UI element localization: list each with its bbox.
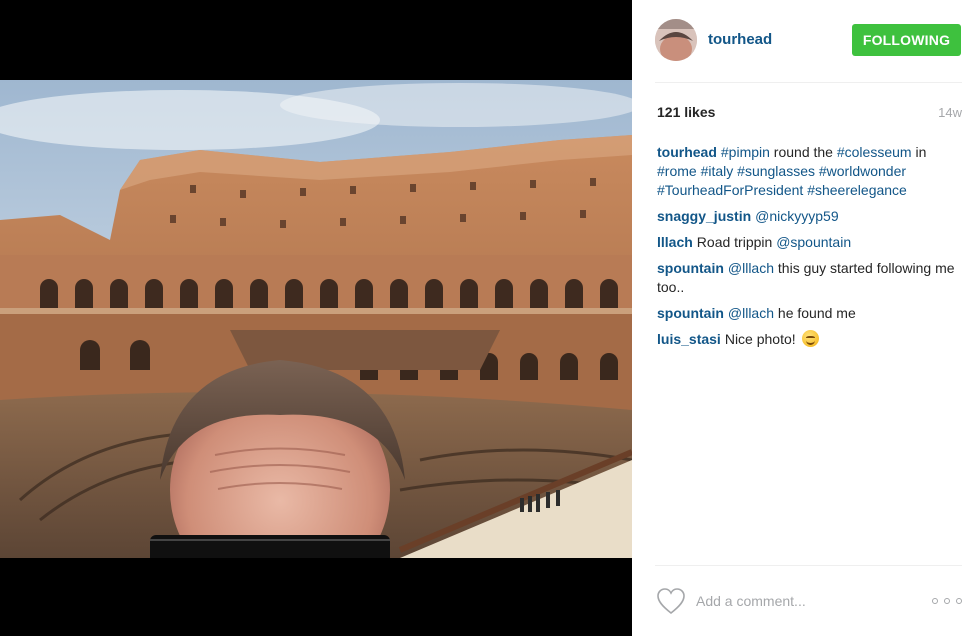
comment-body: Road trippin @spountain: [697, 234, 851, 250]
post-header: tourhead FOLLOWING: [632, 0, 980, 82]
more-dot: [932, 598, 938, 604]
more-dot: [956, 598, 962, 604]
comment-author[interactable]: luis_stasi: [657, 331, 721, 347]
post-media: [0, 0, 632, 636]
heart-outline-icon[interactable]: [656, 587, 686, 615]
comment-text: round the: [769, 144, 837, 160]
mention-link[interactable]: @nickyyyp59: [755, 208, 838, 224]
comment-item: spountain @lllach he found me: [657, 304, 967, 323]
comment-text: he found me: [774, 305, 856, 321]
hashtag-link[interactable]: #TourheadForPresident: [657, 182, 803, 198]
following-button[interactable]: FOLLOWING: [852, 24, 961, 56]
comment-text: Nice photo!: [724, 331, 800, 347]
comment-item: spountain @lllach this guy started follow…: [657, 259, 967, 297]
comment-item: luis_stasi Nice photo!: [657, 330, 967, 349]
caption-author[interactable]: tourhead: [657, 144, 717, 160]
comment-item: lllach Road trippin @spountain: [657, 233, 967, 252]
hashtag-link[interactable]: #italy: [701, 163, 734, 179]
post-age[interactable]: 14w: [938, 105, 962, 120]
hashtag-link[interactable]: #sunglasses: [737, 163, 815, 179]
more-options-icon[interactable]: [932, 592, 962, 610]
header-divider: [655, 82, 962, 83]
more-dot: [944, 598, 950, 604]
post-author-username[interactable]: tourhead: [708, 31, 772, 48]
comment-body: @nickyyyp59: [755, 208, 838, 224]
mention-link[interactable]: @lllach: [728, 305, 774, 321]
hashtag-link[interactable]: #colesseum: [837, 144, 912, 160]
comment-text: in: [911, 144, 927, 160]
post-footer: [632, 566, 980, 636]
post-details-panel: tourhead FOLLOWING 121 likes 14w tourhea…: [632, 0, 980, 636]
comment-author[interactable]: spountain: [657, 260, 724, 276]
mention-link[interactable]: @spountain: [776, 234, 851, 250]
comment-body: Nice photo!: [724, 330, 819, 347]
photo-illustration: [0, 80, 632, 558]
post-photo-colosseum-selfie[interactable]: [0, 80, 632, 558]
comments-list: tourhead #pimpin round the #colesseum in …: [657, 143, 967, 356]
comment-item: snaggy_justin @nickyyyp59: [657, 207, 967, 226]
comment-author[interactable]: snaggy_justin: [657, 208, 751, 224]
comment-body: @lllach he found me: [728, 305, 856, 321]
hashtag-link[interactable]: #worldwonder: [819, 163, 906, 179]
comment-author[interactable]: spountain: [657, 305, 724, 321]
avatar[interactable]: [655, 19, 697, 61]
hashtag-link[interactable]: #sheerelegance: [807, 182, 907, 198]
hashtag-link[interactable]: #pimpin: [721, 144, 770, 160]
smiling-face-emoji: [801, 330, 819, 347]
hashtag-link[interactable]: #rome: [657, 163, 697, 179]
avatar-image: [655, 19, 697, 61]
mention-link[interactable]: @lllach: [728, 260, 774, 276]
comment-author[interactable]: lllach: [657, 234, 693, 250]
add-comment-input[interactable]: [696, 586, 916, 616]
likes-count[interactable]: 121 likes: [657, 104, 715, 120]
caption: tourhead #pimpin round the #colesseum in …: [657, 143, 967, 200]
comment-text: Road trippin: [696, 234, 777, 250]
